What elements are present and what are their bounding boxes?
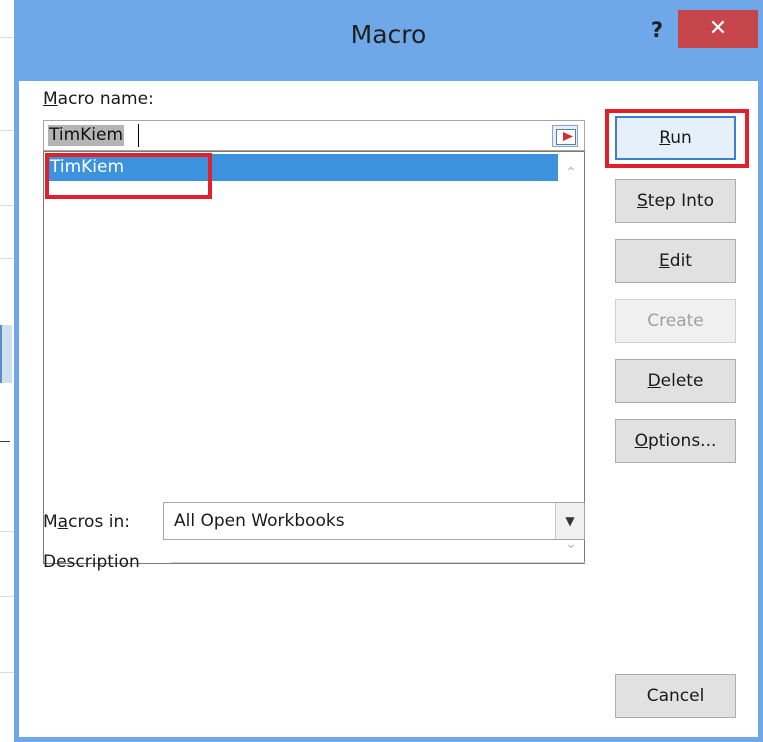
collapse-dialog-icon[interactable]	[552, 125, 578, 147]
row-divider	[0, 596, 14, 597]
title-bar[interactable]: Macro ? ✕	[14, 0, 763, 81]
row-divider	[0, 672, 14, 673]
macros-in-select[interactable]: All Open Workbooks ▼	[163, 502, 585, 540]
create-button: Create	[615, 299, 736, 343]
edit-button[interactable]: Edit	[615, 239, 736, 283]
background-sheet-strip	[0, 0, 15, 742]
help-icon[interactable]: ?	[640, 16, 674, 44]
options-button[interactable]: Options...	[615, 419, 736, 463]
highlight-box-run	[605, 109, 749, 168]
dialog-client-area: Macro name: TimKiem TimKiem ⌃ ⌄ Macros i…	[19, 81, 758, 737]
row-divider	[0, 130, 14, 131]
description-divider	[171, 562, 585, 563]
macro-name-value: TimKiem	[48, 125, 125, 146]
macros-in-label: Macros in:	[43, 512, 130, 532]
step-into-button[interactable]: Step Into	[615, 179, 736, 223]
row-divider	[0, 205, 14, 206]
row-divider	[0, 37, 14, 38]
row-divider	[0, 531, 14, 532]
description-label: Description	[43, 552, 140, 572]
dropdown-chevron-icon[interactable]: ▼	[555, 503, 584, 539]
cancel-button[interactable]: Cancel	[615, 674, 736, 718]
macro-name-label: Macro name:	[43, 89, 154, 109]
macros-in-value: All Open Workbooks	[174, 511, 345, 531]
close-icon[interactable]: ✕	[678, 10, 758, 48]
macro-name-input[interactable]: TimKiem	[43, 120, 585, 151]
row-divider	[0, 258, 14, 259]
row-divider	[0, 441, 10, 442]
list-scrollbar[interactable]: ⌃ ⌄	[559, 153, 583, 562]
scroll-up-icon[interactable]: ⌃	[559, 161, 583, 185]
macro-dialog: Macro ? ✕ Macro name: TimKiem TimKiem ⌃ …	[14, 0, 763, 742]
text-caret	[138, 124, 139, 147]
highlight-box-list-item	[45, 153, 212, 199]
sheet-selection-indicator	[0, 325, 12, 383]
delete-button[interactable]: Delete	[615, 359, 736, 403]
